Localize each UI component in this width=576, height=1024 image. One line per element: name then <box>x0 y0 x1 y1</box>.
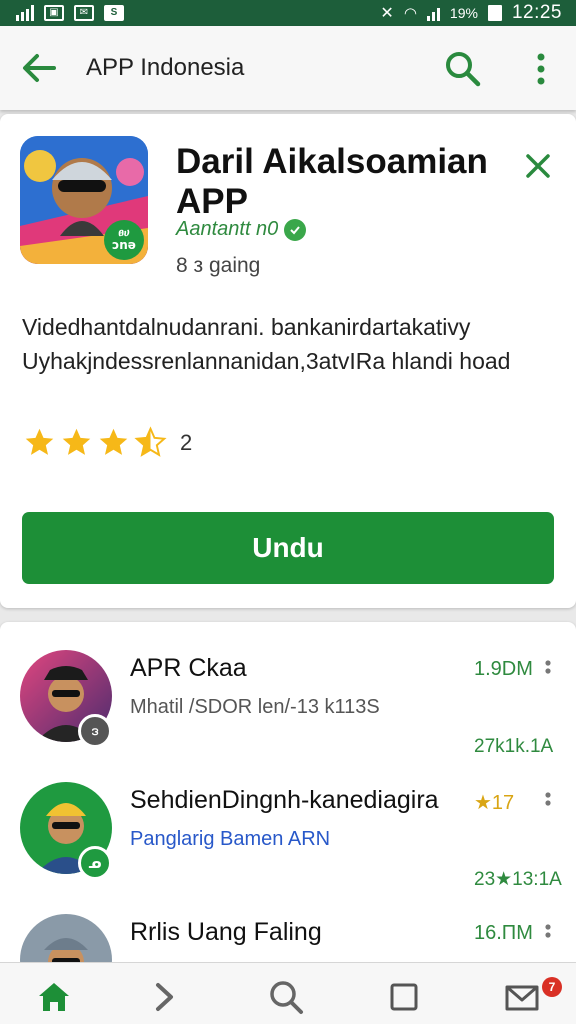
nav-search-button[interactable] <box>266 977 306 1017</box>
list-item-metric: 16.ΠM <box>474 922 533 944</box>
nav-home-button[interactable] <box>34 977 74 1017</box>
app-detail-card: ፀሀ ɔnə Daril Aikalsoamian APP Aantantt n… <box>0 114 576 608</box>
home-icon <box>39 983 69 1011</box>
nav-inbox-button[interactable] <box>502 977 542 1017</box>
mail-notification-icon: ✉ <box>74 5 94 21</box>
verified-icon <box>284 218 307 241</box>
star-full-icon <box>62 428 91 455</box>
app-list-card: ဒ APR Ckaa Mhatil /SDOR len/-13 k113S 1.… <box>0 622 576 982</box>
star-half-icon <box>134 426 167 457</box>
status-time: 12:25 <box>511 2 562 23</box>
cell-signal-icon <box>426 5 440 21</box>
avatar-badge: ᓄ <box>78 846 112 880</box>
star-full-icon <box>25 428 54 455</box>
close-icon <box>526 154 550 178</box>
gallery-notification-icon: ▣ <box>44 5 64 21</box>
app-icon[interactable]: ፀሀ ɔnə <box>20 136 148 264</box>
list-item-title: Rrlis Uang Faling <box>130 918 322 946</box>
battery-percent: 19% <box>449 5 478 21</box>
list-item-subtitle-link[interactable]: Panglarig Bamen ARN <box>130 828 330 851</box>
dismiss-button[interactable] <box>520 148 556 184</box>
status-bar: ▣ ✉ S ✕ ◠ 19% 12:25 <box>0 0 576 26</box>
nav-recents-button[interactable] <box>384 977 424 1017</box>
square-icon <box>390 983 418 1011</box>
app-size: 8 з gaing <box>176 254 261 277</box>
search-icon <box>446 52 481 87</box>
more-vert-icon[interactable] <box>542 790 554 816</box>
status-left-icons: ▣ ✉ S <box>16 5 124 21</box>
forward-icon <box>156 983 173 1011</box>
overflow-menu-button[interactable] <box>528 50 554 88</box>
rating-count: 2 <box>180 429 193 455</box>
search-icon <box>270 981 303 1014</box>
signal-icon <box>16 5 34 21</box>
developer-name: Aantantt n0 <box>176 218 279 240</box>
list-item-metric: ★17 <box>474 792 515 814</box>
mute-icon: ✕ <box>380 5 394 22</box>
developer-row[interactable]: Aantantt n0 <box>176 218 307 241</box>
list-item[interactable]: ဒ APR Ckaa Mhatil /SDOR len/-13 k113S 1.… <box>0 622 576 757</box>
install-button[interactable]: Undu <box>22 512 554 584</box>
list-item-metric: 1.9DM <box>474 658 533 680</box>
back-button[interactable] <box>20 50 58 86</box>
list-item-subtitle: Mhatil /SDOR len/-13 k113S <box>130 696 380 718</box>
more-vert-icon <box>537 53 545 85</box>
app-icon-artwork: ፀሀ ɔnə <box>20 136 148 264</box>
notification-badge: 7 <box>542 977 562 997</box>
wifi-icon: ◠ <box>403 5 417 22</box>
rating-row: 2 <box>22 426 192 459</box>
list-item-title: APR Ckaa <box>130 654 247 682</box>
list-item[interactable]: ᓄ SehdienDingnh-kanediagira Panglarig Ba… <box>0 754 576 890</box>
avatar-badge: ဒ <box>78 714 112 748</box>
bottom-navigation: 7 <box>0 962 576 1024</box>
status-right-icons: ✕ ◠ 19% 12:25 <box>380 2 562 24</box>
svg-text:ɔnə: ɔnə <box>112 238 136 252</box>
battery-icon <box>487 5 502 21</box>
inbox-icon <box>505 985 539 1011</box>
app-bar: APP Indonesia <box>0 26 576 110</box>
nav-forward-button[interactable] <box>144 977 184 1017</box>
list-item-title: SehdienDingnh-kanediagira <box>130 786 439 814</box>
back-arrow-icon <box>23 54 56 82</box>
app-notification-icon: S <box>104 5 124 21</box>
page-title: APP Indonesia <box>86 54 245 81</box>
app-title: Daril Aikalsoamian APP <box>176 142 488 221</box>
app-description: Videdhantdalnudanrani. bankanirdartakati… <box>22 314 511 374</box>
more-vert-icon[interactable] <box>542 922 554 948</box>
more-vert-icon[interactable] <box>542 658 554 684</box>
search-button[interactable] <box>444 50 482 88</box>
star-full-icon <box>99 428 128 455</box>
